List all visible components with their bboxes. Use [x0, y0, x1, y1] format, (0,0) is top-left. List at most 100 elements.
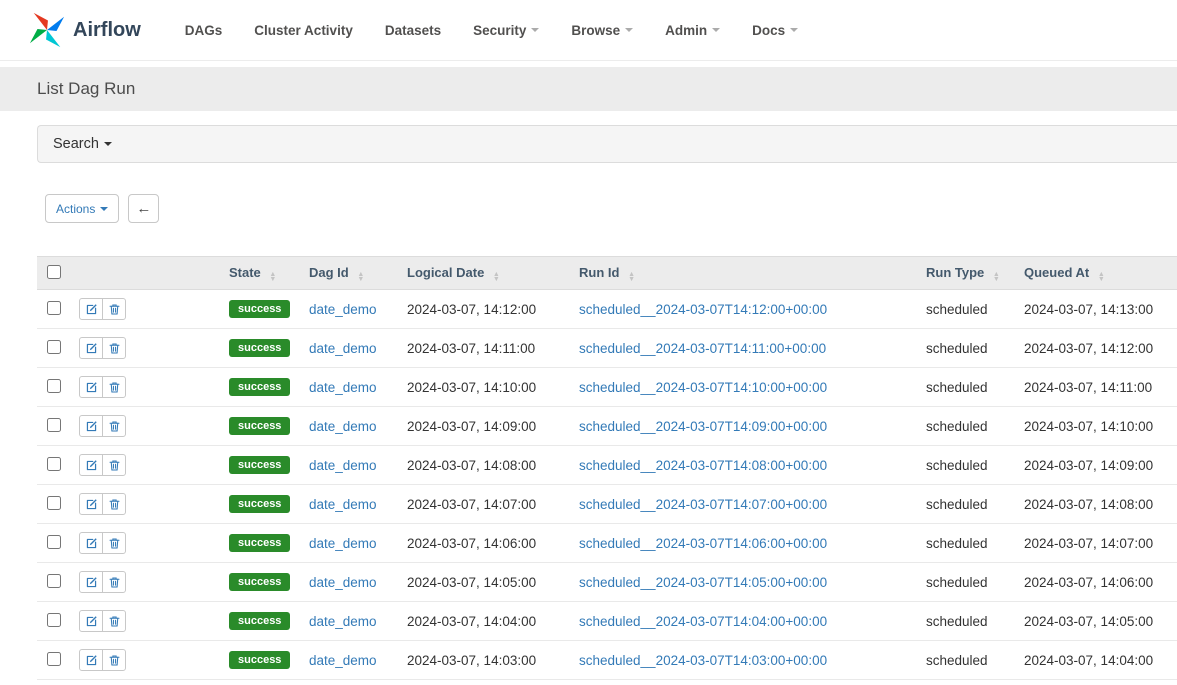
- row-actions: [79, 493, 126, 515]
- run-id-link[interactable]: scheduled__2024-03-07T14:11:00+00:00: [579, 341, 826, 356]
- delete-dagrun-button[interactable]: [102, 649, 126, 671]
- dag-id-link[interactable]: date_demo: [309, 380, 377, 395]
- edit-dagrun-button[interactable]: [79, 610, 103, 632]
- nav-item-label: Admin: [665, 23, 707, 38]
- dag-id-link[interactable]: date_demo: [309, 341, 377, 356]
- select-all-checkbox[interactable]: [47, 265, 61, 279]
- run-id-link[interactable]: scheduled__2024-03-07T14:08:00+00:00: [579, 458, 827, 473]
- state-badge: success: [229, 456, 290, 474]
- edit-dagrun-button[interactable]: [79, 415, 103, 437]
- dag-id-link[interactable]: date_demo: [309, 458, 377, 473]
- nav-item-security[interactable]: Security: [473, 23, 539, 38]
- queued-at-cell: 2024-03-07, 14:12:00: [1024, 329, 1177, 368]
- run-id-link[interactable]: scheduled__2024-03-07T14:10:00+00:00: [579, 380, 827, 395]
- nav-item-datasets[interactable]: Datasets: [385, 23, 441, 38]
- edit-dagrun-button[interactable]: [79, 649, 103, 671]
- row-checkbox[interactable]: [47, 613, 61, 627]
- search-panel-toggle[interactable]: Search: [37, 125, 1177, 163]
- column-header-queued-at[interactable]: Queued At: [1024, 257, 1177, 290]
- delete-dagrun-button[interactable]: [102, 532, 126, 554]
- dag-id-link[interactable]: date_demo: [309, 653, 377, 668]
- dag-id-link[interactable]: date_demo: [309, 536, 377, 551]
- run-type-cell: scheduled: [926, 368, 1024, 407]
- dag-id-link[interactable]: date_demo: [309, 419, 377, 434]
- row-checkbox[interactable]: [47, 535, 61, 549]
- edit-dagrun-button[interactable]: [79, 571, 103, 593]
- delete-dagrun-button[interactable]: [102, 415, 126, 437]
- run-id-link[interactable]: scheduled__2024-03-07T14:04:00+00:00: [579, 614, 827, 629]
- row-checkbox[interactable]: [47, 379, 61, 393]
- state-badge: success: [229, 612, 290, 630]
- logical-date-cell: 2024-03-07, 14:08:00: [407, 446, 579, 485]
- queued-at-cell: 2024-03-07, 14:08:00: [1024, 485, 1177, 524]
- edit-dagrun-button[interactable]: [79, 298, 103, 320]
- edit-icon: [85, 537, 98, 550]
- row-checkbox[interactable]: [47, 496, 61, 510]
- run-type-cell: scheduled: [926, 290, 1024, 329]
- run-type-cell: scheduled: [926, 446, 1024, 485]
- run-type-cell: scheduled: [926, 407, 1024, 446]
- dag-id-link[interactable]: date_demo: [309, 302, 377, 317]
- row-checkbox[interactable]: [47, 457, 61, 471]
- delete-dagrun-button[interactable]: [102, 571, 126, 593]
- state-badge: success: [229, 573, 290, 591]
- edit-dagrun-button[interactable]: [79, 532, 103, 554]
- delete-dagrun-button[interactable]: [102, 298, 126, 320]
- column-header-dag-id[interactable]: Dag Id: [309, 257, 407, 290]
- row-checkbox[interactable]: [47, 340, 61, 354]
- dag-id-link[interactable]: date_demo: [309, 497, 377, 512]
- row-checkbox[interactable]: [47, 301, 61, 315]
- edit-dagrun-button[interactable]: [79, 454, 103, 476]
- brand-name: Airflow: [73, 19, 141, 42]
- column-header-logical-date[interactable]: Logical Date: [407, 257, 579, 290]
- trash-icon: [108, 654, 121, 667]
- delete-dagrun-button[interactable]: [102, 376, 126, 398]
- run-id-link[interactable]: scheduled__2024-03-07T14:05:00+00:00: [579, 575, 827, 590]
- run-id-link[interactable]: scheduled__2024-03-07T14:12:00+00:00: [579, 302, 827, 317]
- row-actions: [79, 415, 126, 437]
- delete-dagrun-button[interactable]: [102, 454, 126, 476]
- row-actions: [79, 532, 126, 554]
- nav-item-browse[interactable]: Browse: [571, 23, 633, 38]
- column-header-run-type[interactable]: Run Type: [926, 257, 1024, 290]
- column-header-state[interactable]: State: [229, 257, 309, 290]
- edit-icon: [85, 303, 98, 316]
- nav-item-docs[interactable]: Docs: [752, 23, 798, 38]
- column-header-label: Run Id: [579, 265, 619, 280]
- row-checkbox[interactable]: [47, 652, 61, 666]
- edit-dagrun-button[interactable]: [79, 376, 103, 398]
- brand[interactable]: Airflow: [28, 11, 141, 49]
- column-header-run-id[interactable]: Run Id: [579, 257, 926, 290]
- run-type-cell: scheduled: [926, 641, 1024, 680]
- row-checkbox[interactable]: [47, 418, 61, 432]
- actions-button[interactable]: Actions: [45, 194, 119, 223]
- run-id-link[interactable]: scheduled__2024-03-07T14:09:00+00:00: [579, 419, 827, 434]
- row-actions: [79, 454, 126, 476]
- trash-icon: [108, 459, 121, 472]
- nav-item-admin[interactable]: Admin: [665, 23, 720, 38]
- run-type-cell: scheduled: [926, 485, 1024, 524]
- dag-id-link[interactable]: date_demo: [309, 575, 377, 590]
- run-id-link[interactable]: scheduled__2024-03-07T14:03:00+00:00: [579, 653, 827, 668]
- logical-date-cell: 2024-03-07, 14:03:00: [407, 641, 579, 680]
- nav-item-label: Browse: [571, 23, 620, 38]
- row-checkbox[interactable]: [47, 574, 61, 588]
- queued-at-cell: 2024-03-07, 14:06:00: [1024, 563, 1177, 602]
- nav-item-cluster-activity[interactable]: Cluster Activity: [254, 23, 353, 38]
- edit-dagrun-button[interactable]: [79, 493, 103, 515]
- queued-at-cell: 2024-03-07, 14:13:00: [1024, 290, 1177, 329]
- nav-item-label: Docs: [752, 23, 785, 38]
- state-badge: success: [229, 495, 290, 513]
- run-id-link[interactable]: scheduled__2024-03-07T14:07:00+00:00: [579, 497, 827, 512]
- queued-at-cell: 2024-03-07, 14:07:00: [1024, 524, 1177, 563]
- dag-id-link[interactable]: date_demo: [309, 614, 377, 629]
- trash-icon: [108, 615, 121, 628]
- run-id-link[interactable]: scheduled__2024-03-07T14:06:00+00:00: [579, 536, 827, 551]
- delete-dagrun-button[interactable]: [102, 610, 126, 632]
- edit-dagrun-button[interactable]: [79, 337, 103, 359]
- delete-dagrun-button[interactable]: [102, 337, 126, 359]
- back-button[interactable]: ←: [128, 194, 159, 223]
- dagrun-row: success date_demo 2024-03-07, 14:08:00 s…: [37, 446, 1177, 485]
- nav-item-dags[interactable]: DAGs: [185, 23, 223, 38]
- delete-dagrun-button[interactable]: [102, 493, 126, 515]
